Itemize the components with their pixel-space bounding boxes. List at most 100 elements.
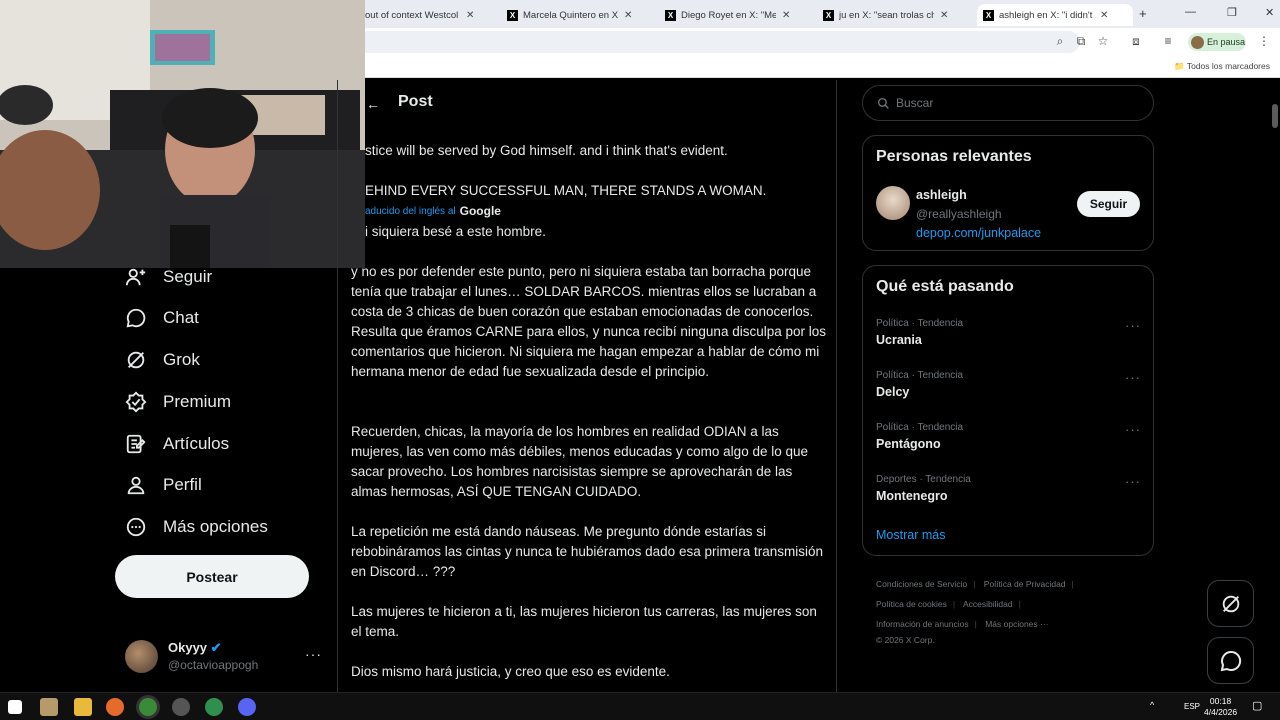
kebab-menu-icon[interactable]: ⋮: [1256, 34, 1272, 48]
nav-label: Grok: [163, 350, 200, 369]
avatar[interactable]: [876, 186, 910, 220]
extensions-icon[interactable]: ⧈: [1128, 34, 1144, 49]
nav-label: Seguir: [163, 267, 213, 286]
post-translated-text: La repetición me está dando náuseas. Me …: [351, 524, 823, 579]
close-icon[interactable]: ✕: [466, 10, 474, 21]
back-arrow-icon[interactable]: ←: [366, 96, 380, 112]
folder-icon[interactable]: [74, 698, 92, 716]
language-indicator[interactable]: ESP: [1184, 702, 1200, 711]
obs-icon[interactable]: [172, 698, 190, 716]
discord-icon[interactable]: [238, 698, 256, 716]
trend-name: Delcy: [876, 385, 910, 399]
trend-context: Política · Tendencia: [876, 422, 964, 433]
more-icon[interactable]: ···: [1125, 318, 1141, 333]
window-close-icon[interactable]: ✕: [1265, 6, 1274, 19]
more-icon[interactable]: ···: [1125, 422, 1141, 437]
user-link[interactable]: depop.com/junkpalace: [916, 226, 1041, 240]
minimize-icon[interactable]: —: [1185, 6, 1196, 18]
notifications-icon[interactable]: ▢: [1252, 699, 1262, 712]
webcam-overlay: [0, 0, 365, 268]
file-manager-icon[interactable]: [40, 698, 58, 716]
all-bookmarks[interactable]: 📁 Todos los marcadores: [1174, 61, 1270, 72]
more-icon[interactable]: ···: [1125, 370, 1141, 385]
restore-icon[interactable]: ❐: [1227, 6, 1237, 19]
nav-item-profile[interactable]: Perfil: [125, 474, 202, 496]
nav-item-more-options[interactable]: Más opciones: [125, 516, 268, 538]
new-tab-icon[interactable]: +: [1139, 6, 1147, 21]
nav-label: Perfil: [163, 475, 202, 494]
footer-link[interactable]: Información de anuncios: [876, 619, 969, 629]
search-input[interactable]: Buscar: [862, 85, 1154, 121]
trend-name: Montenegro: [876, 489, 948, 503]
follow-button[interactable]: Seguir: [1077, 191, 1140, 217]
chrome-icon[interactable]: [139, 698, 157, 716]
windows-taskbar: ^ ESP 00:18 4/4/2026 ▢: [0, 692, 1280, 720]
more-icon[interactable]: ···: [1125, 474, 1141, 489]
follow-icon: [125, 268, 146, 286]
close-icon[interactable]: ✕: [624, 10, 632, 21]
clock[interactable]: 00:18 4/4/2026: [1204, 696, 1237, 718]
user-name[interactable]: ashleigh: [916, 188, 967, 202]
close-icon[interactable]: ✕: [1100, 10, 1108, 21]
column-divider: [337, 80, 338, 692]
browser-tab[interactable]: X Marcela Quintero en X: "Que se ✕: [507, 4, 659, 26]
user-handle: @reallyashleigh: [916, 207, 1002, 221]
trend-item[interactable]: Política · Tendencia Delcy ···: [876, 370, 1141, 399]
browser-tab[interactable]: X Diego Royet en X: "Me voy a c ✕: [665, 4, 817, 26]
footer-link[interactable]: Más opciones ···: [985, 619, 1048, 629]
trend-item[interactable]: Política · Tendencia Ucrania ···: [876, 318, 1141, 347]
nav-item-articles[interactable]: Artículos: [125, 433, 229, 455]
trend-context: Política · Tendencia: [876, 318, 964, 329]
card-title: Personas relevantes: [876, 148, 1032, 165]
footer-link[interactable]: Política de cookies: [876, 599, 947, 609]
more-icon[interactable]: ···: [305, 646, 322, 662]
browser-tab[interactable]: Xju en X: "sean trolas chicas sean ✕: [823, 4, 975, 26]
footer-link[interactable]: Condiciones de Servicio: [876, 579, 967, 589]
nav-label: Premium: [163, 392, 232, 411]
profile-label: En pausa: [1207, 37, 1246, 47]
tray-arrow-icon[interactable]: ^: [1150, 700, 1154, 710]
chat-fab-button[interactable]: [1207, 637, 1254, 684]
x-logo-icon: X: [665, 9, 676, 21]
page-title: Post: [398, 93, 433, 110]
zoom-icon[interactable]: ⌕: [1052, 34, 1068, 49]
bookmarks-bar: 📁 Todos los marcadores: [365, 56, 1280, 78]
card-title: Qué está pasando: [876, 278, 1014, 295]
nav-item-grok[interactable]: Grok: [125, 349, 200, 371]
post-translated-text: y no es por defender este punto, pero ni…: [351, 264, 827, 379]
firefox-icon[interactable]: [106, 698, 124, 716]
scrollbar[interactable]: [1270, 80, 1280, 692]
translated-label: aducido del inglés al: [365, 205, 456, 217]
nav-item-premium[interactable]: Premium: [125, 391, 231, 413]
close-icon[interactable]: ✕: [940, 10, 948, 21]
browser-tab[interactable]: out of context Westcol 😂 en X ✕: [365, 4, 495, 26]
footer-link[interactable]: Política de Privacidad: [984, 579, 1066, 589]
all-bookmarks-label: Todos los marcadores: [1186, 61, 1270, 71]
bookmark-star-icon[interactable]: ☆: [1095, 34, 1111, 48]
post-original-text: stice will be served by God himself. and…: [365, 143, 728, 158]
x-logo-icon: X: [507, 9, 518, 21]
show-more-link[interactable]: Mostrar más: [876, 528, 945, 542]
chat-icon: [126, 308, 146, 328]
browser-tab-active[interactable]: Xashleigh en X: "i didn't even kis ✕: [977, 4, 1133, 26]
close-icon[interactable]: ✕: [782, 10, 790, 21]
address-bar[interactable]: [365, 31, 1080, 53]
nav-item-follow[interactable]: Seguir: [125, 266, 212, 288]
account-switcher[interactable]: Okyyy ✔ @octavioappogh ···: [125, 638, 325, 678]
trend-item[interactable]: Política · Tendencia Pentágono ···: [876, 422, 1141, 451]
chrome-alt-icon[interactable]: [205, 698, 223, 716]
translated-by-google[interactable]: aducido del inglés al Google: [365, 204, 501, 218]
grok-fab-button[interactable]: [1207, 580, 1254, 627]
profile-chip[interactable]: En pausa: [1188, 33, 1246, 51]
start-icon[interactable]: [8, 700, 22, 714]
nav-item-chat[interactable]: Chat: [125, 307, 199, 329]
footer-link[interactable]: Accesibilidad: [963, 599, 1013, 609]
post-button[interactable]: Postear: [115, 555, 309, 598]
tab-title: out of context Westcol 😂 en X: [365, 9, 460, 21]
scrollbar-thumb[interactable]: [1272, 104, 1278, 128]
footer-links: Condiciones de Servicio | Política de Pri…: [876, 579, 1074, 645]
media-icon[interactable]: ≡: [1160, 34, 1176, 48]
trend-item[interactable]: Deportes · Tendencia Montenegro ···: [876, 474, 1141, 503]
profile-icon: [127, 476, 145, 495]
share-icon[interactable]: ⧉: [1073, 34, 1089, 49]
